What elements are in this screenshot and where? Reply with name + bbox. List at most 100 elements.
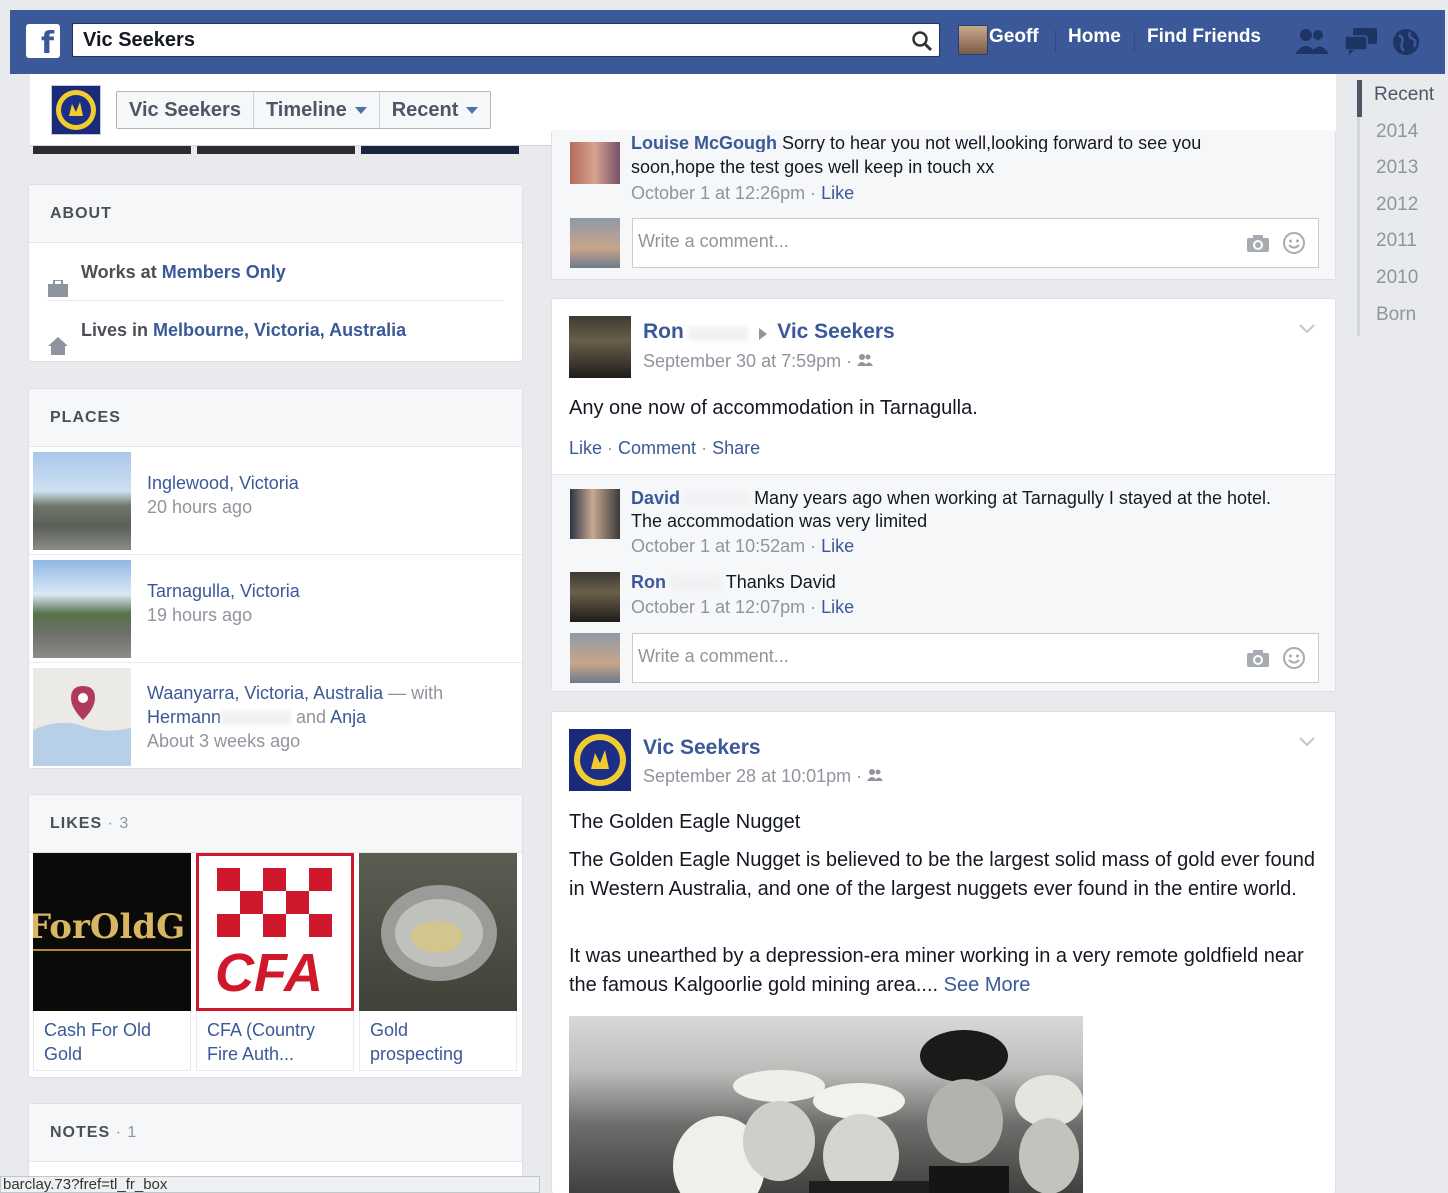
author-avatar[interactable] — [569, 316, 631, 378]
emoji-icon[interactable] — [1282, 646, 1306, 675]
search-box[interactable] — [72, 23, 940, 57]
comment-like-link[interactable]: Like — [821, 597, 854, 617]
target-page-name[interactable]: Vic Seekers — [777, 320, 895, 343]
commenter-name[interactable]: Louise McGough — [631, 133, 777, 152]
audience-group-icon[interactable] — [867, 766, 884, 786]
redacted-text — [688, 326, 749, 341]
recent-label: Recent — [391, 99, 459, 121]
author-name[interactable]: Ron — [643, 320, 684, 343]
commenter-avatar[interactable] — [570, 572, 620, 622]
friend-requests-icon[interactable] — [1294, 26, 1330, 61]
about-work-row: Works at Members Only — [47, 243, 504, 301]
audience-group-icon[interactable] — [857, 351, 874, 371]
place-name[interactable]: Inglewood, Victoria — [147, 471, 299, 495]
place-name[interactable]: Waanyarra, Victoria, Australia — [147, 683, 383, 703]
comment-meta: October 1 at 12:26pm · Like — [631, 183, 855, 203]
emoji-icon[interactable] — [1282, 231, 1306, 260]
like-action[interactable]: Like — [569, 438, 602, 458]
commenter-avatar[interactable] — [570, 142, 620, 184]
year-link-2014[interactable]: 2014 — [1357, 116, 1445, 154]
tagged-friend[interactable]: Anja — [330, 707, 366, 727]
write-comment-input[interactable]: Write a comment... — [632, 218, 1319, 268]
place-photo[interactable] — [33, 452, 131, 550]
author-name[interactable]: Vic Seekers — [643, 736, 761, 760]
chevron-down-icon[interactable] — [1299, 321, 1315, 339]
year-link-2010[interactable]: 2010 — [1357, 262, 1445, 300]
share-action[interactable]: Share — [712, 438, 760, 458]
nav-divider — [1134, 30, 1135, 52]
photo-thumbnail[interactable] — [33, 146, 191, 154]
place-item[interactable]: Waanyarra, Victoria, Australia — with He… — [29, 663, 522, 771]
likes-card: LIKES · 3 ForOldG Cash For Old Gold CFA — [28, 794, 523, 1078]
like-item[interactable]: CFA CFA (Country Fire Auth... — [196, 853, 354, 1071]
place-item[interactable]: Tarnagulla, Victoria 19 hours ago — [29, 555, 522, 663]
find-friends-link[interactable]: Find Friends — [1147, 26, 1261, 48]
redacted-text — [671, 576, 722, 591]
place-photo[interactable] — [33, 560, 131, 658]
year-link-2012[interactable]: 2012 — [1357, 189, 1445, 227]
home-link[interactable]: Home — [1068, 26, 1121, 48]
user-avatar[interactable] — [958, 25, 988, 55]
place-item[interactable]: Inglewood, Victoria 20 hours ago — [29, 447, 522, 555]
post-card: Vic Seekers September 28 at 10:01pm · Th… — [551, 711, 1336, 1193]
commenter-name[interactable]: Ron — [631, 572, 666, 592]
post-actions: Like · Comment · Share — [569, 438, 761, 458]
notifications-globe-icon[interactable] — [1390, 26, 1422, 63]
post-meta: September 30 at 7:59pm · — [643, 351, 874, 372]
camera-icon[interactable] — [1246, 233, 1270, 258]
year-link-2011[interactable]: 2011 — [1357, 226, 1445, 263]
like-image[interactable] — [359, 853, 517, 1011]
place-name[interactable]: Tarnagulla, Victoria — [147, 579, 300, 603]
like-item[interactable]: ForOldG Cash For Old Gold — [33, 853, 191, 1071]
year-link-2013[interactable]: 2013 — [1357, 153, 1445, 190]
search-icon[interactable] — [911, 30, 933, 57]
recent-button[interactable]: Recent — [380, 92, 491, 128]
comment-like-link[interactable]: Like — [821, 183, 854, 203]
year-link-born[interactable]: Born — [1357, 299, 1445, 337]
place-time: About 3 weeks ago — [147, 731, 301, 751]
photo-thumbnail[interactable] — [197, 146, 355, 154]
comment-body: Many years ago when working at Tarnagull… — [754, 488, 1272, 508]
commenter-name[interactable]: David — [631, 488, 680, 508]
post-text: Any one now of accommodation in Tarnagul… — [569, 397, 978, 419]
like-item[interactable]: Gold prospecting — [359, 853, 517, 1071]
facebook-logo-icon[interactable]: f — [26, 24, 60, 58]
like-image[interactable]: ForOldG — [33, 853, 191, 1011]
messages-icon[interactable] — [1343, 26, 1379, 61]
commenter-avatar[interactable] — [570, 489, 620, 539]
post-time[interactable]: September 28 at 10:01pm — [643, 766, 851, 786]
page-avatar[interactable] — [569, 729, 631, 791]
page-name-button[interactable]: Vic Seekers — [117, 92, 254, 128]
comment-text-clipped: Louise McGough Sorry to hear you not wel… — [631, 132, 1291, 152]
works-link[interactable]: Members Only — [162, 262, 286, 282]
like-label[interactable]: Gold prospecting — [359, 1011, 517, 1071]
photo-thumbnail[interactable] — [361, 146, 519, 154]
map-thumbnail[interactable] — [33, 668, 131, 766]
post-time[interactable]: September 30 at 7:59pm — [643, 351, 841, 371]
comment-time[interactable]: October 1 at 10:52am — [631, 536, 805, 556]
comment-text-line2: The accommodation was very limited — [631, 511, 928, 531]
lives-link[interactable]: Melbourne, Victoria, Australia — [153, 320, 406, 340]
comment-time[interactable]: October 1 at 12:07pm — [631, 597, 805, 617]
post-photo[interactable] — [569, 1016, 1083, 1193]
likes-title: LIKES — [50, 815, 103, 832]
like-label[interactable]: Cash For Old Gold — [33, 1011, 191, 1071]
camera-icon[interactable] — [1246, 648, 1270, 673]
see-more-link[interactable]: See More — [944, 974, 1031, 996]
page-profile-picture[interactable] — [51, 85, 101, 135]
post-card: Louise McGough Sorry to hear you not wel… — [551, 130, 1336, 280]
write-comment-input[interactable]: Write a comment... — [632, 633, 1319, 683]
comment-like-link[interactable]: Like — [821, 536, 854, 556]
home-icon — [47, 321, 69, 379]
search-input[interactable] — [73, 24, 873, 56]
timeline-button[interactable]: Timeline — [254, 92, 380, 128]
tagged-friend[interactable]: Hermann — [147, 707, 221, 727]
comment-action[interactable]: Comment — [618, 438, 696, 458]
year-link-recent[interactable]: Recent — [1357, 80, 1445, 117]
like-image[interactable]: CFA — [196, 853, 354, 1011]
like-label[interactable]: CFA (Country Fire Auth... — [196, 1011, 354, 1071]
top-bar: f Geoff Home Find Friends — [10, 10, 1445, 74]
profile-link[interactable]: Geoff — [989, 26, 1039, 48]
chevron-down-icon[interactable] — [1299, 734, 1315, 752]
comment-time[interactable]: October 1 at 12:26pm — [631, 183, 805, 203]
